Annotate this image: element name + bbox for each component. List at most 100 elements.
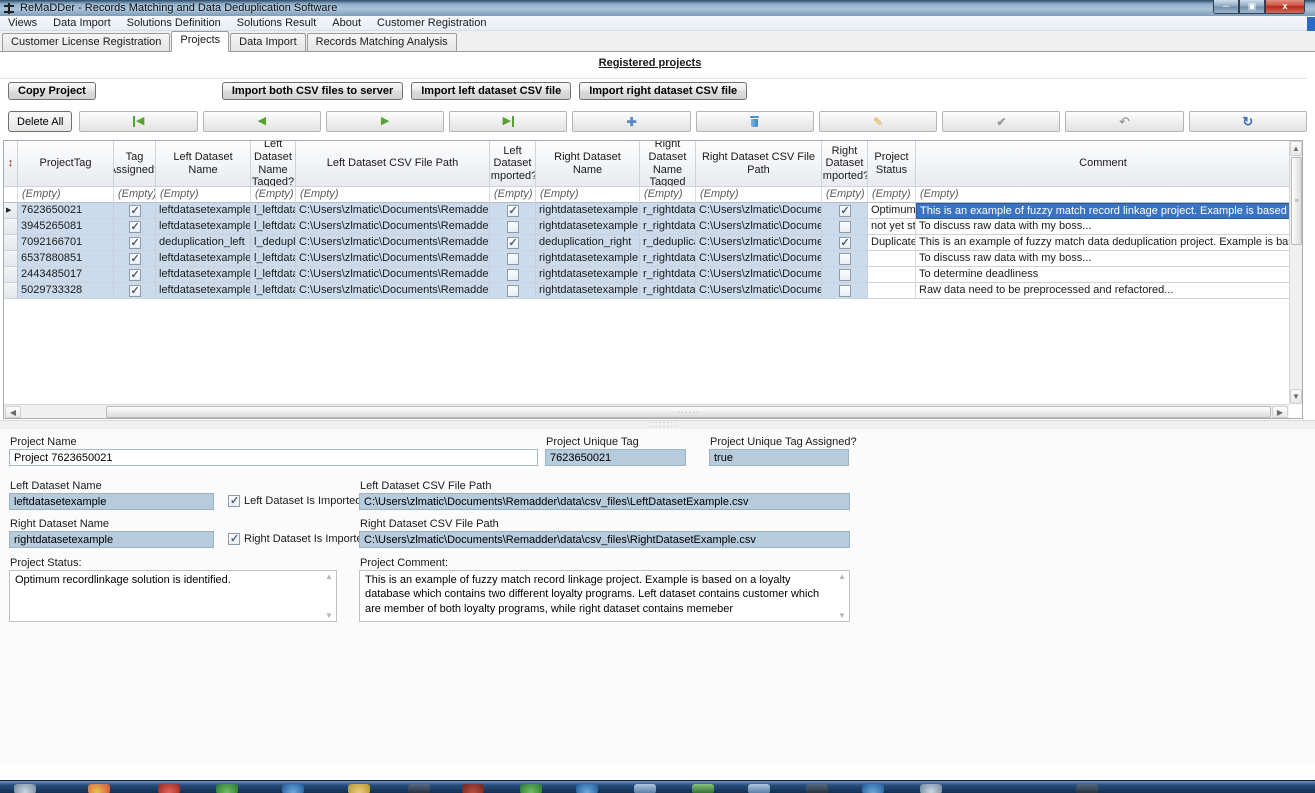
filter-cell[interactable] [4,187,18,203]
checkbox-icon[interactable] [839,253,851,265]
cell-project-tag[interactable]: 6537880851 [18,251,114,267]
cell-status[interactable]: Optimum r [868,203,916,219]
checkbox-icon[interactable] [129,205,141,217]
checkbox-icon[interactable] [507,221,519,233]
taskbar-icon[interactable] [14,784,36,793]
taskbar-icon[interactable] [1076,784,1098,793]
cell-left-name[interactable]: leftdatasetexample [156,219,251,235]
cell-status[interactable]: Duplicates [868,235,916,251]
taskbar-icon[interactable] [88,784,110,793]
minimize-button[interactable]: ─ [1213,0,1239,14]
cell-right-imported[interactable] [822,235,868,251]
left-path-input[interactable] [359,493,850,510]
cell-right-name[interactable]: deduplication_right [536,235,640,251]
cell-project-tag[interactable]: 2443485017 [18,267,114,283]
filter-cell[interactable]: (Empty) [536,187,640,203]
cell-right-path[interactable]: C:\Users\zlmatic\Documents [696,203,822,219]
cell-left-imported[interactable] [490,283,536,299]
cell-left-imported[interactable] [490,267,536,283]
cell-right-path[interactable]: C:\Users\zlmatic\Documents [696,235,822,251]
checkbox-icon[interactable] [507,253,519,265]
scroll-up-icon[interactable]: ▲ [323,572,335,581]
move-next-button[interactable]: ▶ [326,111,444,132]
cell-comment[interactable]: To discuss raw data with my boss... [916,251,1289,267]
col-left-path[interactable]: Left Dataset CSV File Path [296,141,490,187]
project-comment-textarea[interactable]: This is an example of fuzzy match record… [359,570,850,622]
cell-left-name[interactable]: leftdatasetexample [156,203,251,219]
cell-right-name-tagged[interactable]: r_rightdataset [640,283,696,299]
import-right-button[interactable]: Import right dataset CSV file [579,82,747,100]
col-project-status[interactable]: Project Status [868,141,916,187]
cell-right-name[interactable]: rightdatasetexample [536,267,640,283]
import-left-button[interactable]: Import left dataset CSV file [411,82,571,100]
left-dataset-name-input[interactable] [9,493,214,510]
cell-tag-assigned[interactable] [114,203,156,219]
taskbar-icon[interactable] [634,784,656,793]
filter-cell[interactable]: (Empty) [696,187,822,203]
cell-left-imported[interactable] [490,203,536,219]
filter-cell[interactable]: (Empty) [868,187,916,203]
cell-left-name[interactable]: leftdatasetexample [156,283,251,299]
cell-right-name-tagged[interactable]: r_rightdataset [640,251,696,267]
checkbox-icon[interactable] [228,495,240,507]
cell-left-name-tagged[interactable]: l_leftdatase [251,203,296,219]
menu-solutions-result[interactable]: Solutions Result [229,16,325,30]
col-comment[interactable]: Comment [916,141,1289,187]
col-left-name-tagged[interactable]: Left Dataset Name Tagged? [251,141,296,187]
cell-comment[interactable]: To discuss raw data with my boss... [916,219,1289,235]
right-dataset-name-input[interactable] [9,531,214,548]
checkbox-icon[interactable] [839,221,851,233]
textarea-scrollbar[interactable]: ▲▼ [323,570,335,622]
scroll-up-icon[interactable]: ▲ [836,572,848,581]
menu-about[interactable]: About [324,16,369,30]
copy-project-button[interactable]: Copy Project [8,82,96,100]
col-right-path[interactable]: Right Dataset CSV File Path [696,141,822,187]
cell-project-tag[interactable]: 7623650021 [18,203,114,219]
taskbar-icon[interactable] [282,784,304,793]
filter-cell[interactable]: (Empty) [296,187,490,203]
checkbox-icon[interactable] [507,237,519,249]
checkbox-icon[interactable] [129,253,141,265]
cell-comment[interactable]: This is an example of fuzzy match record… [916,203,1289,219]
cell-left-name[interactable]: leftdatasetexample [156,251,251,267]
taskbar-icon[interactable] [158,784,180,793]
taskbar-icon[interactable] [348,784,370,793]
menu-views[interactable]: Views [0,16,45,30]
checkbox-icon[interactable] [507,269,519,281]
filter-cell[interactable]: (Empty) [916,187,1289,203]
cell-left-path[interactable]: C:\Users\zlmatic\Documents\Remadder\data [296,283,490,299]
textarea-scrollbar[interactable]: ▲▼ [836,570,848,622]
cell-right-imported[interactable] [822,267,868,283]
filter-cell[interactable]: (Empty) [822,187,868,203]
right-path-input[interactable] [359,531,850,548]
menu-customer-registration[interactable]: Customer Registration [369,16,494,30]
accept-changes-button[interactable]: ✔ [942,111,1060,132]
cell-left-name-tagged[interactable]: l_leftdatase [251,219,296,235]
cell-tag-assigned[interactable] [114,251,156,267]
tab-customer-license-registration[interactable]: Customer License Registration [2,33,170,51]
col-left-name[interactable]: Left Dataset Name [156,141,251,187]
taskbar-icon[interactable] [692,784,714,793]
filter-cell[interactable]: (Empty) [114,187,156,203]
checkbox-icon[interactable] [129,285,141,297]
move-last-button[interactable]: ▶ [449,111,567,132]
filter-cell[interactable]: (Empty) [251,187,296,203]
cell-comment[interactable]: To determine deadliness [916,267,1289,283]
cell-project-tag[interactable]: 7092166701 [18,235,114,251]
filter-cell[interactable]: (Empty) [18,187,114,203]
table-row[interactable]: 6537880851 leftdatasetexample l_leftdata… [4,251,1289,267]
cell-status[interactable]: not yet star [868,219,916,235]
cell-right-name[interactable]: rightdatasetexample [536,251,640,267]
cell-comment[interactable]: This is an example of fuzzy match data d… [916,235,1289,251]
checkbox-icon[interactable] [839,285,851,297]
cell-right-path[interactable]: C:\Users\zlmatic\Documents [696,219,822,235]
cell-right-name[interactable]: rightdatasetexample [536,283,640,299]
splitter[interactable]: ················ [0,420,1315,429]
tab-records-matching-analysis[interactable]: Records Matching Analysis [307,33,457,51]
table-row[interactable]: 7092166701 deduplication_left l_deduplic… [4,235,1289,251]
checkbox-icon[interactable] [839,237,851,249]
scroll-right-icon[interactable]: ▶ [1272,406,1288,418]
checkbox-icon[interactable] [129,269,141,281]
sort-header-cell[interactable] [4,141,18,187]
horizontal-scrollbar[interactable]: ◀ ······ ▶ [4,404,1289,418]
